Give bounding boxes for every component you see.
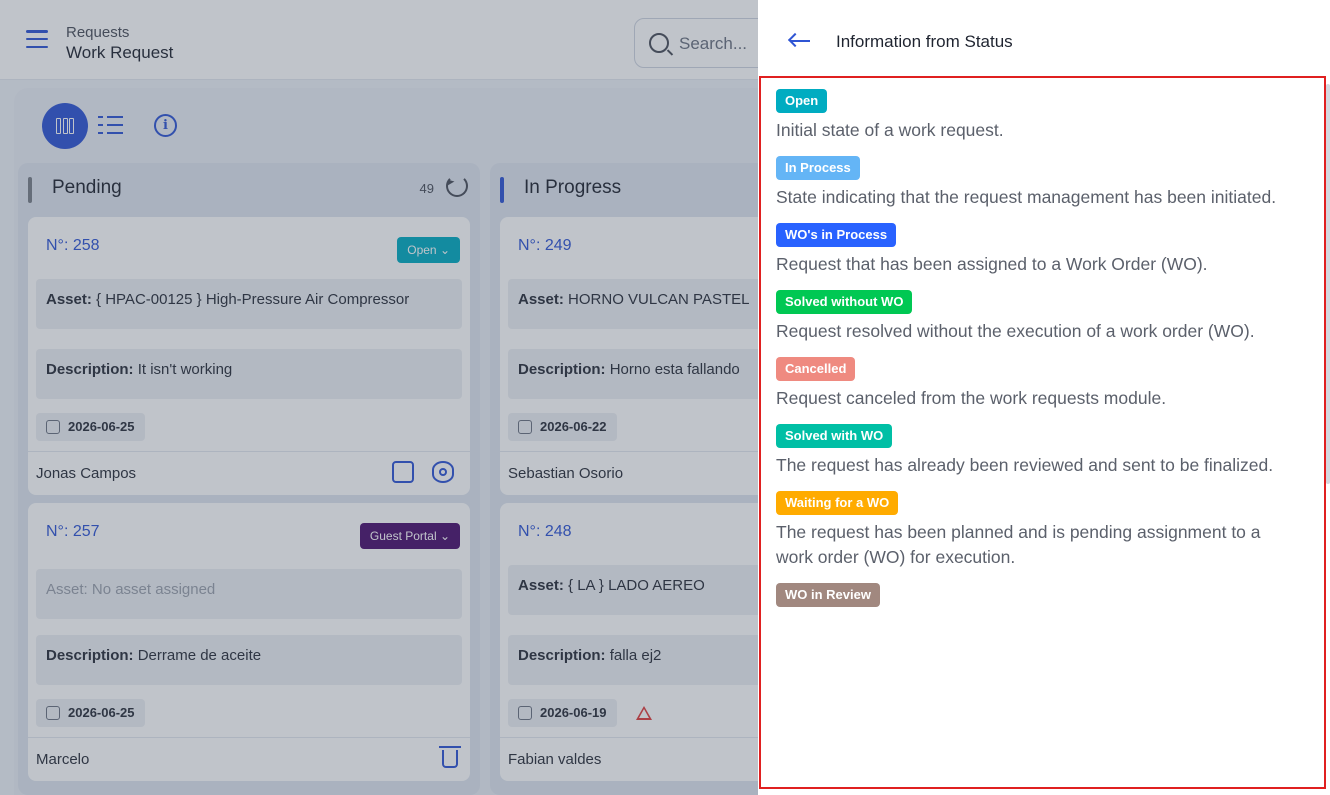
scrollbar[interactable]	[1326, 84, 1330, 484]
status-item: WO's in Process Request that has been ass…	[776, 223, 1296, 277]
status-badge: WO's in Process	[776, 223, 897, 247]
status-description: Request resolved without the execution o…	[776, 321, 1255, 341]
back-arrow-icon[interactable]	[787, 32, 810, 50]
status-item: In Process State indicating that the requ…	[776, 156, 1296, 210]
status-description: State indicating that the request manage…	[776, 187, 1277, 207]
status-item: Waiting for a WO The request has been pla…	[776, 491, 1296, 570]
status-description: The request has been planned and is pend…	[776, 522, 1261, 567]
status-badge: Waiting for a WO	[776, 491, 899, 515]
drawer-title: Information from Status	[836, 32, 1013, 51]
status-item: Open Initial state of a work request.	[776, 89, 1296, 143]
status-item: Cancelled Request canceled from the work …	[776, 357, 1296, 411]
status-description: Request that has been assigned to a Work…	[776, 254, 1208, 274]
status-badge: Cancelled	[776, 357, 856, 381]
status-info-drawer: Information from Status Open Initial stat…	[758, 0, 1330, 795]
status-badge: Open	[776, 89, 828, 113]
status-badge: Solved without WO	[776, 290, 913, 314]
status-list: Open Initial state of a work request. In P…	[776, 89, 1296, 620]
status-badge: In Process	[776, 156, 860, 180]
status-item: Solved with WO The request has already be…	[776, 424, 1296, 478]
status-badge: WO in Review	[776, 583, 880, 607]
status-badge: Solved with WO	[776, 424, 893, 448]
status-item: WO in Review	[776, 583, 1296, 607]
status-description: Request canceled from the work requests …	[776, 388, 1167, 408]
status-item: Solved without WO Request resolved withou…	[776, 290, 1296, 344]
status-description: Initial state of a work request.	[776, 120, 1004, 140]
status-description: The request has already been reviewed an…	[776, 455, 1274, 475]
modal-backdrop[interactable]	[0, 0, 758, 795]
